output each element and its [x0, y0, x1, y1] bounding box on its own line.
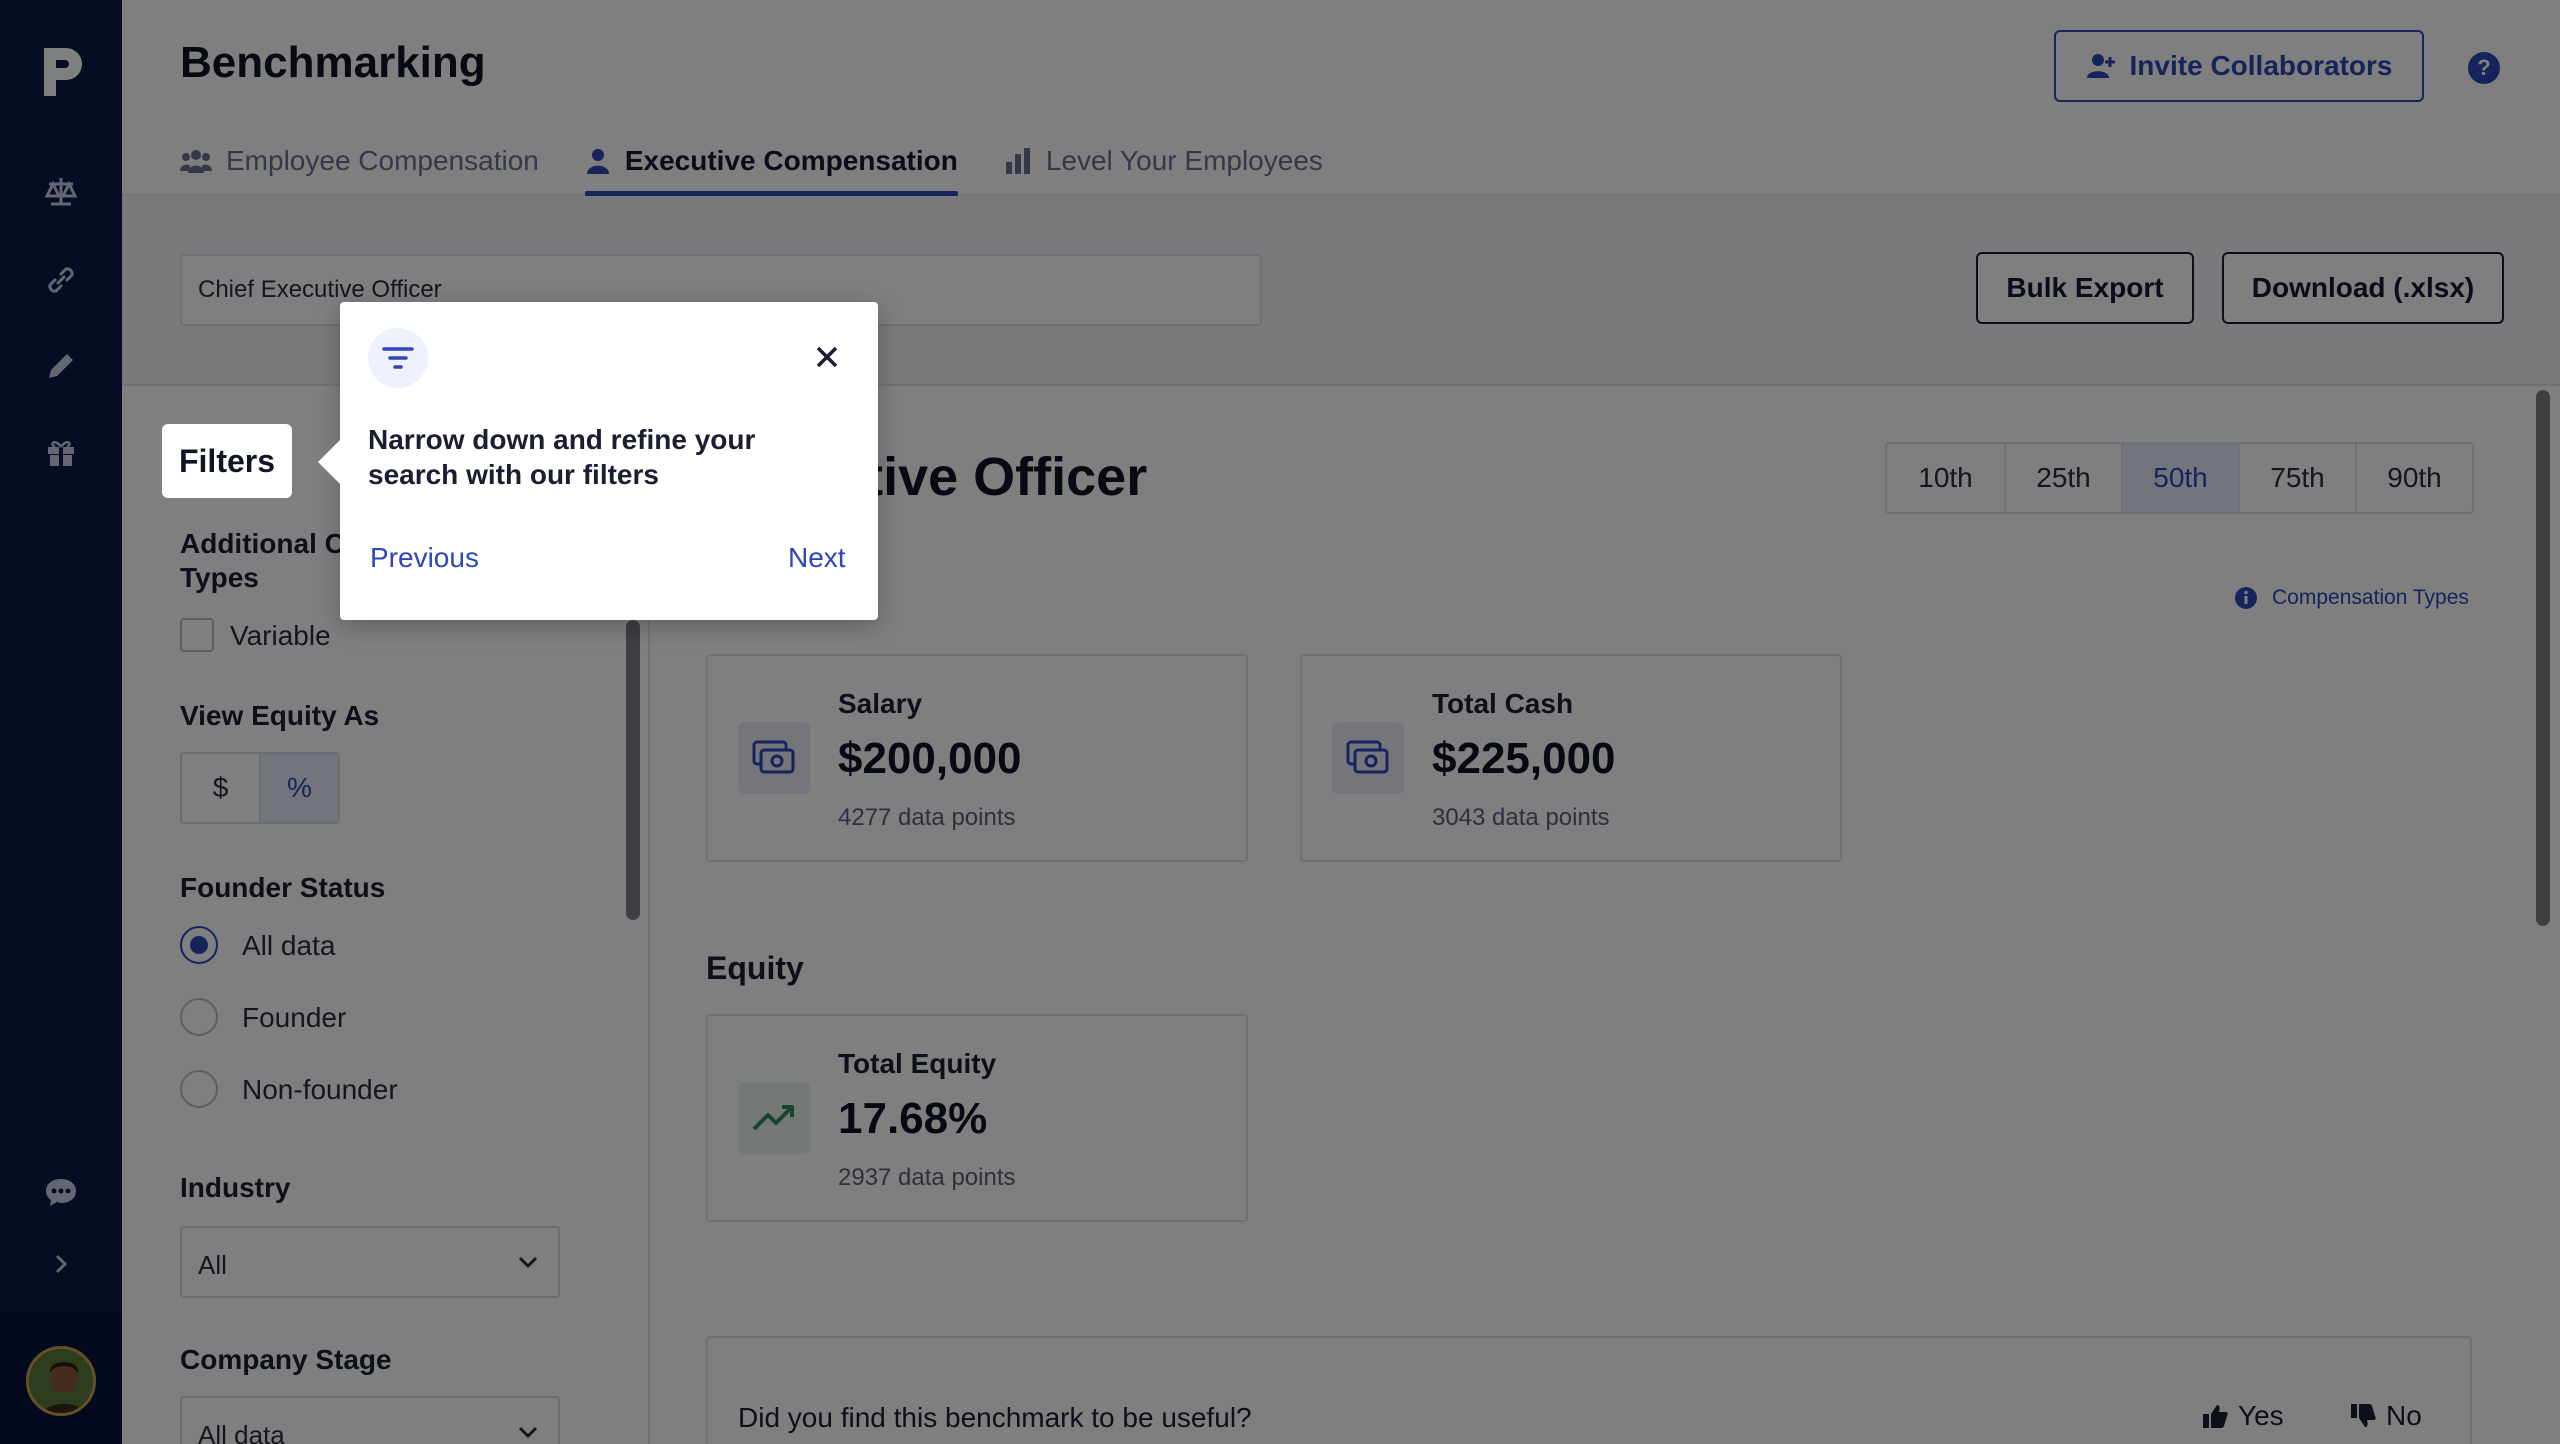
tour-popover: Narrow down and refine your search with … [318, 302, 878, 620]
close-icon[interactable] [812, 342, 842, 372]
filter-icon [368, 328, 428, 388]
tour-overlay[interactable] [0, 0, 2560, 1444]
filters-title-highlight: Filters [162, 424, 292, 498]
popover-message: Narrow down and refine your search with … [368, 424, 756, 490]
popover-next-link[interactable]: Next [788, 542, 846, 574]
popover-previous-link[interactable]: Previous [370, 542, 479, 574]
